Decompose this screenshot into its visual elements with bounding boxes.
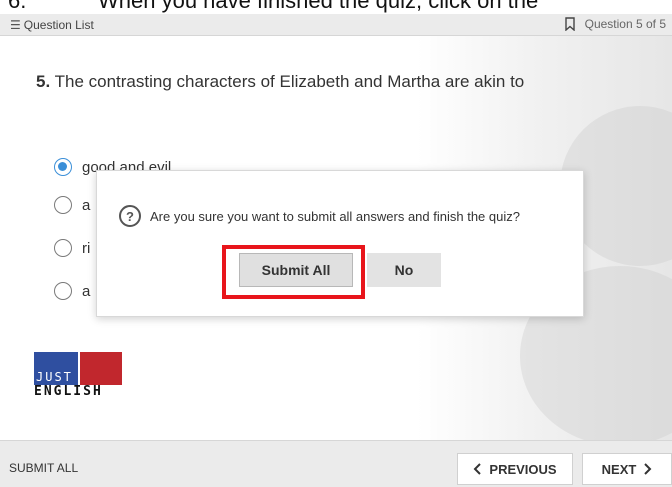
- option-label: ri: [82, 239, 91, 257]
- no-button[interactable]: No: [367, 253, 441, 287]
- question-number: 5.: [36, 72, 51, 91]
- previous-button[interactable]: PREVIOUS: [457, 453, 573, 485]
- logo-red-block: [80, 352, 122, 385]
- chevron-right-icon: [644, 463, 652, 475]
- submit-all-link[interactable]: SUBMIT ALL: [9, 461, 78, 475]
- option-label: a: [82, 282, 91, 300]
- question-mark-icon: ?: [119, 205, 141, 227]
- question-counter: Question 5 of 5: [584, 17, 666, 31]
- bookmark-icon[interactable]: [563, 17, 577, 31]
- top-bar: ☰ Question List Question 5 of 5: [0, 14, 672, 36]
- radio-button[interactable]: [54, 282, 72, 300]
- just-english-logo: JUST ENGLISH: [34, 352, 124, 402]
- next-button[interactable]: NEXT: [582, 453, 672, 485]
- chevron-left-icon: [473, 463, 482, 475]
- question-counter-area: Question 5 of 5: [563, 17, 666, 31]
- question-list-label: Question List: [23, 18, 94, 32]
- answer-option[interactable]: a: [54, 196, 90, 214]
- question-body: The contrasting characters of Elizabeth …: [54, 72, 525, 91]
- answer-option[interactable]: ri: [54, 239, 90, 257]
- dialog-message: Are you sure you want to submit all answ…: [150, 209, 520, 224]
- next-label: NEXT: [601, 461, 637, 477]
- option-label: a: [82, 196, 91, 214]
- instruction-body: When you have finished the quiz, click o…: [98, 0, 539, 13]
- bottom-bar: SUBMIT ALL PREVIOUS NEXT: [0, 440, 672, 487]
- radio-button[interactable]: [54, 196, 72, 214]
- question-text: 5. The contrasting characters of Elizabe…: [36, 72, 524, 92]
- previous-label: PREVIOUS: [489, 461, 557, 477]
- question-list-button[interactable]: ☰ Question List: [10, 18, 94, 32]
- logo-line2: ENGLISH: [34, 384, 103, 399]
- radio-button-selected[interactable]: [54, 158, 72, 176]
- radio-button[interactable]: [54, 239, 72, 257]
- list-icon: ☰: [10, 18, 21, 32]
- submit-all-button[interactable]: Submit All: [239, 253, 353, 287]
- confirm-dialog: ? Are you sure you want to submit all an…: [96, 170, 584, 317]
- instruction-step: 6.: [8, 0, 27, 13]
- answer-option[interactable]: a: [54, 282, 90, 300]
- instruction-text: 6. When you have finished the quiz, click…: [0, 0, 672, 14]
- logo-line1: JUST: [36, 370, 73, 384]
